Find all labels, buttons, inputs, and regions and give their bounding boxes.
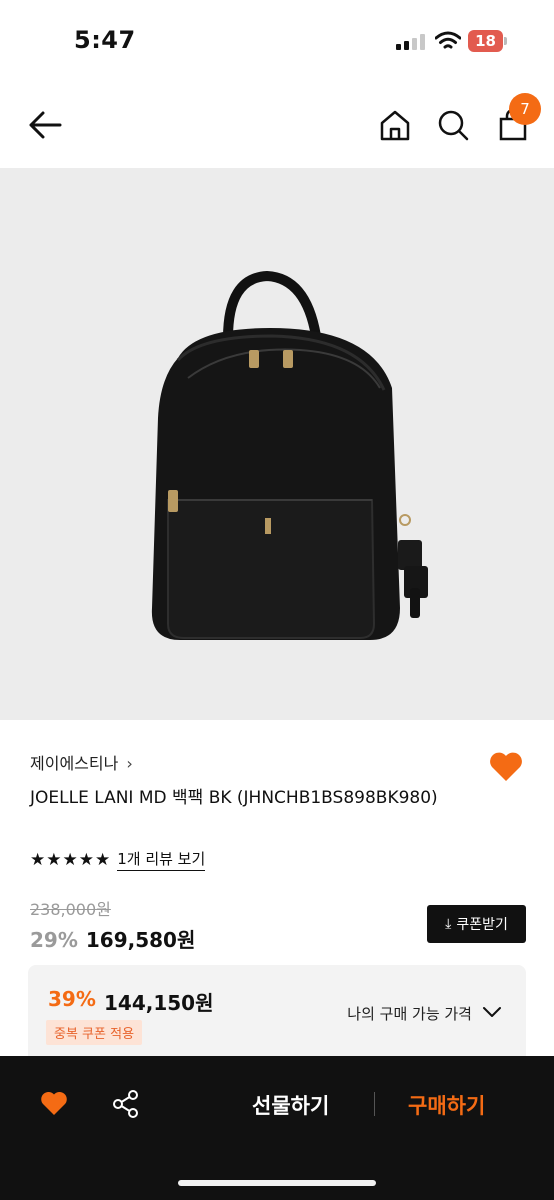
- download-icon: ⤓: [445, 916, 452, 932]
- backpack-illustration: [151, 270, 428, 640]
- status-time: 5:47: [74, 26, 136, 54]
- home-icon[interactable]: [378, 108, 412, 142]
- bottom-action-bar: 선물하기 구매하기: [0, 1056, 554, 1200]
- duplicate-coupon-badge: 중복 쿠폰 적용: [46, 1020, 143, 1045]
- home-indicator: [178, 1180, 376, 1186]
- battery-icon: 18: [468, 30, 508, 52]
- star-rating: ★★★★★: [30, 850, 112, 870]
- battery-level: 18: [468, 30, 503, 52]
- search-icon[interactable]: [436, 108, 470, 142]
- product-image[interactable]: [0, 168, 554, 720]
- my-price-panel[interactable]: 39% 144,150원 중복 쿠폰 적용 나의 구매 가능 가격: [28, 965, 526, 1065]
- sale-price-row: 29% 169,580원: [30, 924, 195, 953]
- gift-button[interactable]: 선물하기: [252, 1090, 329, 1120]
- buy-button[interactable]: 구매하기: [408, 1090, 485, 1120]
- coupon-download-button[interactable]: ⤓ 쿠폰받기: [427, 905, 526, 943]
- share-icon[interactable]: [112, 1090, 140, 1118]
- brand-name: 제이에스티나: [30, 754, 119, 773]
- signal-icon: [396, 34, 426, 50]
- sale-price: 169,580원: [85, 928, 196, 952]
- review-link[interactable]: 1개 리뷰 보기: [117, 850, 206, 871]
- original-price: 238,000원: [30, 900, 111, 919]
- heart-icon[interactable]: [40, 1090, 68, 1116]
- discount-percent: 29%: [30, 928, 78, 952]
- back-arrow-icon[interactable]: [26, 108, 64, 142]
- top-nav-bar: [0, 84, 554, 168]
- wifi-icon: [435, 31, 461, 49]
- my-price: 144,150원: [104, 991, 214, 1015]
- wishlist-heart-icon[interactable]: [488, 750, 524, 782]
- rating-row: ★★★★★ 1개 리뷰 보기: [30, 848, 206, 872]
- divider: [374, 1092, 375, 1116]
- cart-count-badge: 7: [509, 93, 541, 125]
- chevron-down-icon[interactable]: [482, 1005, 502, 1019]
- my-price-percent: 39%: [48, 987, 96, 1011]
- brand-link[interactable]: 제이에스티나 ›: [30, 750, 133, 774]
- coupon-button-label: 쿠폰받기: [456, 917, 508, 933]
- chevron-right-icon: ›: [126, 754, 133, 773]
- my-price-label: 나의 구매 가능 가격: [347, 1005, 472, 1023]
- product-title: JOELLE LANI MD 백팩 BK (JHNCHB1BS898BK980): [30, 788, 438, 808]
- status-bar: 5:47 18: [0, 0, 554, 84]
